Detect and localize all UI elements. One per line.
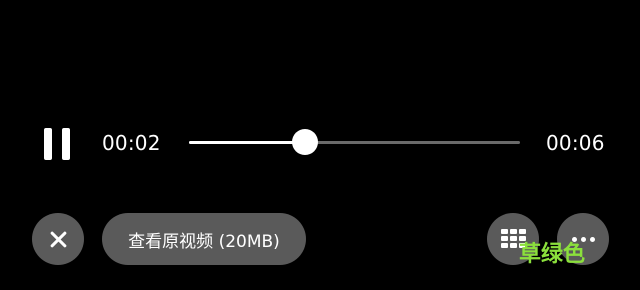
watermark: 草绿色 [519, 242, 586, 267]
current-time: 00:02 [102, 131, 161, 155]
pause-icon-bar-right [62, 128, 70, 160]
seek-thumb[interactable] [291, 129, 318, 155]
seek-bar-played [189, 141, 305, 144]
total-time: 00:06 [546, 131, 605, 155]
pause-button[interactable] [40, 124, 76, 164]
seek-bar[interactable] [189, 129, 520, 155]
pause-icon-bar-left [44, 128, 52, 160]
view-original-video-label: 查看原视频 (20MB) [128, 231, 280, 252]
close-button[interactable] [32, 213, 84, 265]
view-original-video-button[interactable]: 查看原视频 (20MB) [102, 213, 306, 265]
